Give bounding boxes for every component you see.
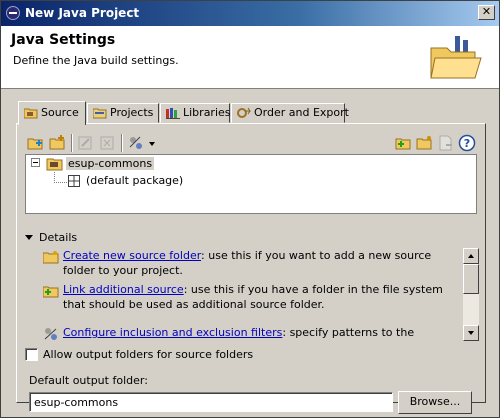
tree-connector (54, 172, 67, 183)
remove-icon[interactable] (99, 134, 117, 152)
source-folder-icon (24, 108, 38, 119)
expanded-triangle-icon (25, 235, 33, 240)
scroll-down-button[interactable] (463, 325, 479, 341)
project-folder-icon (46, 158, 63, 171)
configure-filters-link[interactable]: Configure inclusion and exclusion filter… (63, 326, 282, 339)
tab-order-and-export[interactable]: Order and Export (231, 103, 349, 123)
source-folders-tree[interactable]: esup-commons (default package) (25, 154, 477, 214)
libraries-icon (166, 108, 180, 119)
tab-projects[interactable]: Projects (87, 103, 159, 123)
project-label: esup-commons (66, 157, 155, 170)
tab-libraries[interactable]: Libraries (160, 103, 231, 123)
tab-label: Source (41, 106, 79, 119)
scroll-up-button[interactable] (463, 248, 479, 264)
folder-new-icon (43, 251, 59, 264)
link-additional-source-link[interactable]: Link additional source (63, 283, 184, 296)
details-scrollbar[interactable] (463, 248, 479, 341)
toolbar-separator (121, 134, 123, 152)
projects-icon (93, 108, 107, 119)
eclipse-icon (6, 6, 20, 20)
tab-label: Order and Export (254, 106, 349, 119)
file-export-icon[interactable] (437, 134, 455, 152)
scroll-thumb[interactable] (463, 264, 479, 294)
build-path-tabs: Source Projects Libraries Order and Expo… (16, 101, 486, 414)
package-label: (default package) (86, 174, 184, 187)
folder-open-icon[interactable] (416, 134, 434, 152)
filter-icon[interactable] (127, 134, 145, 152)
checkbox-box[interactable] (25, 348, 38, 361)
wizard-header: Java Settings Define the Java build sett… (1, 26, 499, 89)
page-title: Java Settings (11, 32, 116, 48)
link-source-icon (43, 286, 59, 298)
svg-text:?: ? (464, 137, 470, 150)
source-tab-panel: ? esup-commons (default package) Details… (16, 123, 486, 414)
default-output-folder-label: Default output folder: (29, 374, 148, 387)
order-export-icon (237, 107, 251, 118)
title-bar[interactable]: New Java Project ✕ (1, 1, 499, 26)
new-source-folder-icon[interactable] (395, 134, 413, 152)
close-button[interactable]: ✕ (478, 5, 495, 20)
package-icon (68, 175, 80, 187)
details-label: Details (39, 231, 78, 244)
tab-source[interactable]: Source (18, 101, 86, 125)
default-output-folder-input[interactable] (29, 392, 393, 412)
new-java-project-wizard-icon (430, 36, 482, 79)
details-panel: Create new source folder: use this if yo… (43, 248, 479, 341)
allow-output-folders-label: Allow output folders for source folders (43, 348, 254, 361)
arrow-up-icon (468, 254, 474, 258)
window-title: New Java Project (25, 6, 140, 20)
add-folder-icon[interactable] (49, 134, 67, 152)
chevron-down-icon[interactable] (147, 134, 157, 152)
page-description: Define the Java build settings. (13, 54, 179, 67)
browse-button[interactable]: Browse... (398, 391, 472, 414)
help-icon[interactable]: ? (458, 134, 476, 152)
create-source-folder-link[interactable]: Create new source folder (63, 249, 201, 262)
arrow-down-icon (468, 331, 474, 335)
source-toolbar: ? (25, 132, 477, 154)
new-java-project-window: New Java Project ✕ Java Settings Define … (0, 0, 500, 418)
filter-icon (44, 328, 57, 340)
tab-label: Projects (110, 106, 154, 119)
tab-label: Libraries (183, 106, 231, 119)
link-folder-icon[interactable] (27, 134, 45, 152)
edit-icon[interactable] (77, 134, 95, 152)
collapse-toggle[interactable] (31, 158, 40, 167)
toolbar-separator (71, 134, 73, 152)
